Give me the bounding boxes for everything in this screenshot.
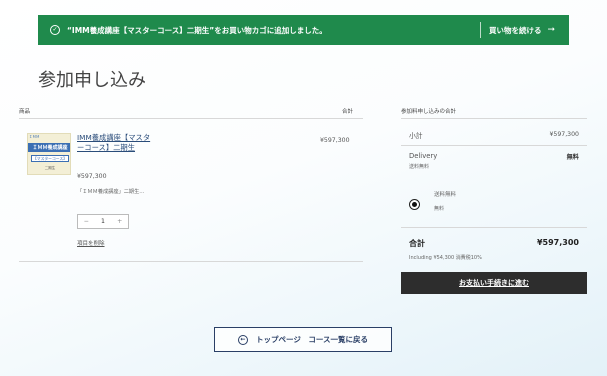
product-thumbnail[interactable]: ＩＭＭ ＩＭＭ養成講座 【マスターコース】 二期生 (27, 133, 71, 175)
cart-header-product: 商品 (19, 109, 31, 115)
quantity-value[interactable]: 1 (95, 218, 112, 225)
cart-header-total: 合計 (342, 109, 354, 115)
cart-header-divider (19, 118, 363, 119)
thumbnail-title: ＩＭＭ養成講座 (32, 145, 68, 151)
subtotal-value: ¥597,300 (549, 131, 579, 138)
shipping-option-sub: 無料 (434, 206, 445, 212)
check-circle-icon: ✓ (50, 25, 60, 35)
thumbnail-caption: 二期生 (44, 166, 56, 170)
shipping-divider (401, 227, 587, 228)
product-price: ¥597,300 (77, 173, 107, 180)
summary-heading: 参加料申し込みの合計 (401, 109, 457, 115)
shipping-option-label: 送料無料 (434, 192, 457, 198)
added-to-cart-notice: ✓ “IMM養成講座【マスターコース】二期生”をお買い物カゴに追加しました。 買… (38, 15, 569, 45)
notice-divider (479, 22, 481, 38)
back-to-courses-button[interactable]: ← トップページ コース一覧に戻る (214, 327, 392, 352)
arrow-right-icon: ➞ (547, 25, 555, 35)
delivery-label: Delivery (409, 152, 438, 160)
subtotal-divider (401, 145, 587, 146)
summary-header-divider (401, 118, 587, 119)
product-description: 「ＩＭＭ養成講座」二期生… (77, 189, 145, 195)
thumbnail-corner-text: ＩＭＭ (29, 135, 40, 139)
total-label: 合計 (409, 239, 425, 248)
quantity-increase-button[interactable]: + (111, 218, 128, 225)
page-title: 参加申し込み (38, 70, 146, 91)
shipping-option-radio[interactable] (409, 199, 420, 210)
delivery-sub: 送料無料 (409, 164, 430, 170)
quantity-stepper: − 1 + (77, 214, 129, 229)
subtotal-label: 小計 (409, 132, 423, 140)
continue-shopping-link[interactable]: 買い物を続ける ➞ (489, 25, 555, 36)
thumbnail-subtitle: 【マスターコース】 (33, 156, 67, 161)
total-value: ¥597,300 (536, 238, 579, 247)
continue-shopping-label: 買い物を続ける (488, 25, 542, 35)
line-total: ¥597,300 (320, 137, 350, 144)
proceed-to-checkout-button[interactable]: お支払い手続きに進む (401, 272, 587, 294)
back-to-courses-label: トップページ コース一覧に戻る (256, 335, 368, 344)
delivery-value: 無料 (566, 154, 579, 161)
product-name-link[interactable]: IMM養成講座【マスターコース】二期生 (77, 133, 157, 153)
quantity-decrease-button[interactable]: − (78, 218, 95, 225)
tax-note: Including ¥54,300 消費税10% (409, 255, 482, 261)
remove-item-link[interactable]: 項目を削除 (77, 239, 105, 247)
notice-message: “IMM養成講座【マスターコース】二期生”をお買い物カゴに追加しました。 (67, 25, 327, 35)
cart-bottom-divider (19, 261, 363, 262)
arrow-left-circle-icon: ← (238, 334, 248, 345)
